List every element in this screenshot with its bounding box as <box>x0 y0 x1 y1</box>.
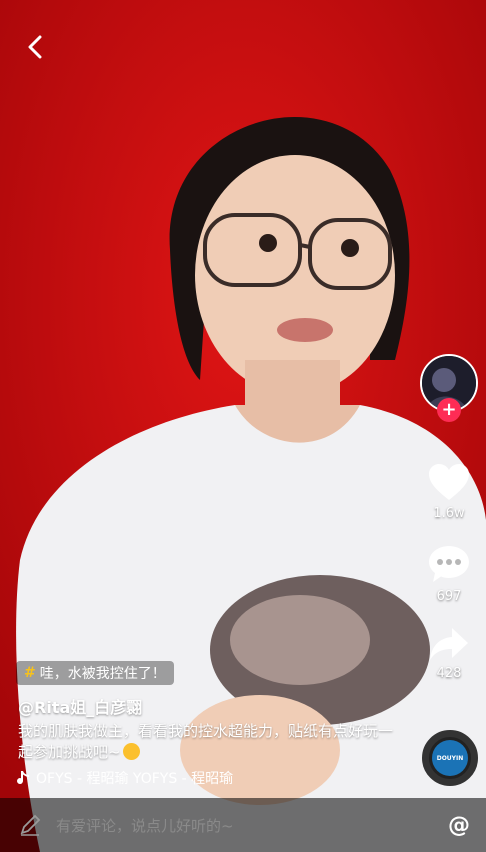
comment-bar: 有爱评论，说点儿好听的~ @ <box>0 798 486 852</box>
mention-button[interactable]: @ <box>448 813 470 838</box>
challenge-tag[interactable]: # 哇，水被我控住了！ <box>16 661 174 685</box>
music-note-icon <box>17 771 29 785</box>
chevron-left-icon <box>28 35 42 59</box>
back-button[interactable] <box>18 30 52 64</box>
follow-button[interactable]: + <box>437 398 461 422</box>
comment-icon <box>429 546 469 582</box>
hashtag-icon: # <box>24 665 36 681</box>
challenge-tag-label: 哇，水被我控住了！ <box>39 666 166 682</box>
comment-input[interactable]: 有爱评论，说点儿好听的~ <box>56 815 448 836</box>
pencil-icon <box>20 814 41 836</box>
music-marquee[interactable]: OFYS - 程昭瑜 YOFYS - 程昭瑜 <box>16 768 256 788</box>
heart-icon <box>429 464 469 500</box>
action-rail: + 1.6w 697 428 <box>418 354 480 681</box>
share-arrow-icon <box>430 628 468 660</box>
music-title: OFYS - 程昭瑜 YOFYS - 程昭瑜 <box>36 771 234 787</box>
description-text: 我的肌肤我做主，看看我的控水超能力，贴纸有点好玩一起参加挑战吧~ <box>18 722 394 761</box>
author-name[interactable]: @Rita姐_白彦翾 <box>18 694 142 718</box>
smile-emoji-icon <box>122 743 140 760</box>
music-disc[interactable]: DOUYIN <box>422 730 478 786</box>
disc-cover: DOUYIN <box>432 740 468 776</box>
like-count: 1.6w <box>433 506 465 521</box>
comment-count: 697 <box>436 589 462 604</box>
like-button[interactable]: 1.6w <box>427 462 471 521</box>
video-description: 我的肌肤我做主，看看我的控水超能力，贴纸有点好玩一起参加挑战吧~ <box>18 721 398 763</box>
share-button[interactable]: 428 <box>428 626 470 681</box>
share-count: 428 <box>436 666 462 681</box>
video-player[interactable]: + 1.6w 697 428 DOUYIN # 哇，水被我控住了！ @Rita姐… <box>0 0 486 852</box>
comment-button[interactable]: 697 <box>427 543 471 604</box>
